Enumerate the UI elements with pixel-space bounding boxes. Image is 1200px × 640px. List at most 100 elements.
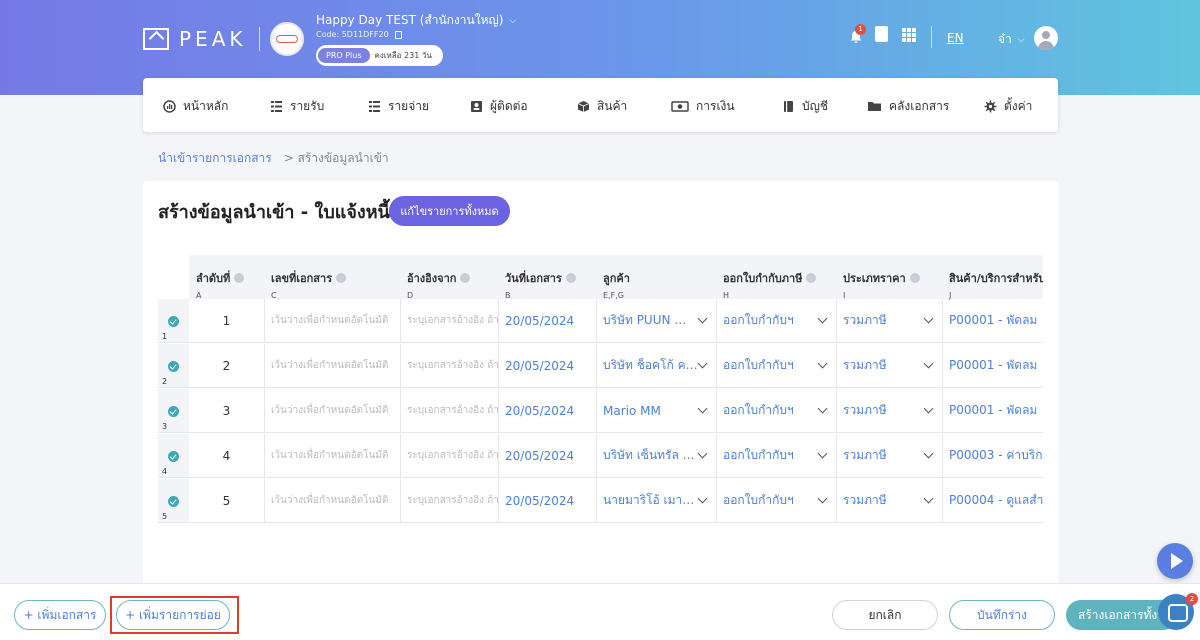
reference-input[interactable]: ระบุเอกสารอ้างอิง ถ้ามี bbox=[401, 344, 499, 388]
nav-label: การเงิน bbox=[696, 99, 735, 113]
chevron-down-icon: ⌵ bbox=[1017, 34, 1025, 45]
nav-label: บัญชี bbox=[802, 99, 828, 113]
peak-logo[interactable]: PEAK bbox=[143, 27, 260, 51]
chevron-down-icon bbox=[817, 358, 828, 369]
row-status: 4 bbox=[158, 434, 189, 478]
video-play-button[interactable] bbox=[1157, 543, 1193, 579]
column-label: ลำดับที่ bbox=[196, 272, 231, 285]
date-input[interactable]: 20/05/2024 bbox=[499, 389, 597, 433]
column-header-tax-invoice: ออกใบกำกับภาษี H bbox=[716, 255, 836, 300]
date-input[interactable]: 20/05/2024 bbox=[499, 299, 597, 343]
reference-input[interactable]: ระบุเอกสารอ้างอิง ถ้ามี bbox=[401, 479, 499, 523]
nav-item-accounting[interactable]: บัญชี bbox=[782, 97, 828, 116]
nav-item-contacts[interactable]: ผู้ติดต่อ bbox=[470, 97, 528, 116]
edit-all-button[interactable]: แก้ไขรายการทั้งหมด bbox=[389, 196, 510, 226]
doc-no-input[interactable]: เว้นว่างเพื่อกำหนดอัตโนมัติ bbox=[265, 434, 401, 478]
price-type-select[interactable]: รวมภาษี bbox=[837, 479, 943, 523]
folder-icon bbox=[867, 100, 882, 113]
save-draft-button[interactable]: บันทึกร่าง bbox=[949, 600, 1055, 630]
nav-label: หน้าหลัก bbox=[183, 99, 229, 113]
user-name: จ๋า bbox=[998, 32, 1012, 46]
nav-label: ผู้ติดต่อ bbox=[490, 99, 528, 113]
product-select[interactable]: P00001 - พัดลม bbox=[943, 389, 1043, 433]
nav-item-expense[interactable]: รายจ่าย bbox=[368, 97, 429, 116]
customer-select[interactable]: Mario MM bbox=[597, 389, 717, 433]
price-type-select[interactable]: รวมภาษี bbox=[837, 344, 943, 388]
seq-cell[interactable]: 3 bbox=[189, 389, 265, 433]
price-type-value: รวมภาษี bbox=[843, 358, 887, 372]
help-icon[interactable] bbox=[806, 273, 817, 283]
product-select[interactable]: P00003 - ค่าบริการ bbox=[943, 434, 1043, 478]
chevron-down-icon bbox=[697, 313, 708, 324]
reference-input[interactable]: ระบุเอกสารอ้างอิง ถ้ามี bbox=[401, 299, 499, 343]
book-icon bbox=[782, 100, 795, 113]
tax-invoice-select[interactable]: ออกใบกำกับฯ bbox=[717, 344, 837, 388]
nav-item-documents[interactable]: คลังเอกสาร bbox=[867, 97, 949, 116]
date-input[interactable]: 20/05/2024 bbox=[499, 344, 597, 388]
date-input[interactable]: 20/05/2024 bbox=[499, 434, 597, 478]
chevron-down-icon bbox=[923, 358, 934, 369]
tax-invoice-value: ออกใบกำกับฯ bbox=[723, 448, 794, 462]
price-type-select[interactable]: รวมภาษี bbox=[837, 389, 943, 433]
help-icon[interactable] bbox=[909, 273, 920, 283]
nav-item-dashboard[interactable]: หน้าหลัก bbox=[163, 97, 228, 116]
row-status: 2 bbox=[158, 344, 189, 388]
help-icon[interactable] bbox=[460, 273, 471, 283]
nav-label: ตั้งค่า bbox=[1004, 99, 1033, 113]
doc-no-input[interactable]: เว้นว่างเพื่อกำหนดอัตโนมัติ bbox=[265, 389, 401, 433]
column-header-date: วันที่เอกสาร B bbox=[498, 255, 596, 300]
copy-icon[interactable] bbox=[394, 30, 402, 39]
table-header: ลำดับที่ A เลขที่เอกสาร C อ้างอิงจาก D ว… bbox=[189, 255, 1043, 300]
language-switch[interactable]: EN bbox=[947, 31, 964, 45]
tax-invoice-select[interactable]: ออกใบกำกับฯ bbox=[717, 434, 837, 478]
breadcrumb-parent-link[interactable]: นำเข้ารายการเอกสาร bbox=[158, 149, 272, 168]
chat-icon[interactable]: 2 bbox=[1158, 593, 1198, 630]
doc-no-input[interactable]: เว้นว่างเพื่อกำหนดอัตโนมัติ bbox=[265, 344, 401, 388]
apps-grid-icon[interactable] bbox=[902, 28, 916, 42]
tax-invoice-select[interactable]: ออกใบกำกับฯ bbox=[717, 389, 837, 433]
check-circle-icon bbox=[168, 406, 179, 417]
price-type-select[interactable]: รวมภาษี bbox=[837, 299, 943, 343]
document-icon[interactable] bbox=[875, 26, 888, 42]
logo-divider bbox=[258, 27, 260, 51]
column-header-reference: อ้างอิงจาก D bbox=[400, 255, 498, 300]
user-avatar[interactable] bbox=[1034, 26, 1058, 50]
doc-no-input[interactable]: เว้นว่างเพื่อกำหนดอัตโนมัติ bbox=[265, 479, 401, 523]
help-icon[interactable] bbox=[336, 273, 347, 283]
help-icon[interactable] bbox=[234, 273, 245, 283]
company-avatar[interactable] bbox=[270, 22, 304, 56]
date-input[interactable]: 20/05/2024 bbox=[499, 479, 597, 523]
nav-label: คลังเอกสาร bbox=[889, 99, 950, 113]
reference-input[interactable]: ระบุเอกสารอ้างอิง ถ้ามี bbox=[401, 389, 499, 433]
nav-item-income[interactable]: รายรับ bbox=[270, 97, 324, 116]
gear-icon bbox=[984, 100, 997, 113]
tax-invoice-select[interactable]: ออกใบกำกับฯ bbox=[717, 299, 837, 343]
nav-item-finance[interactable]: การเงิน bbox=[671, 97, 735, 116]
nav-item-settings[interactable]: ตั้งค่า bbox=[984, 97, 1032, 116]
add-document-button[interactable]: + เพิ่มเอกสาร bbox=[14, 600, 106, 630]
seq-cell[interactable]: 2 bbox=[189, 344, 265, 388]
seq-cell[interactable]: 1 bbox=[189, 299, 265, 343]
product-select[interactable]: P00004 - ดูแลสำนัก bbox=[943, 479, 1043, 523]
help-icon[interactable] bbox=[565, 273, 576, 283]
customer-select[interactable]: บริษัท PUUN จำ... bbox=[597, 299, 717, 343]
seq-cell[interactable]: 4 bbox=[189, 434, 265, 478]
customer-select[interactable]: บริษัท ช็อคโก้ คา... bbox=[597, 344, 717, 388]
page-title: สร้างข้อมูลนำเข้า - ใบแจ้งหนี้ bbox=[158, 202, 390, 223]
product-select[interactable]: P00001 - พัดลม bbox=[943, 299, 1043, 343]
price-type-value: รวมภาษี bbox=[843, 403, 887, 417]
cancel-button[interactable]: ยกเลิก bbox=[832, 600, 938, 630]
customer-select[interactable]: บริษัท เซ็นทรัล ฟู้... bbox=[597, 434, 717, 478]
nav-item-products[interactable]: สินค้า bbox=[577, 97, 627, 116]
product-select[interactable]: P00001 - พัดลม bbox=[943, 344, 1043, 388]
customer-select[interactable]: นายมาริโอ้ เมาไม่ขับ bbox=[597, 479, 717, 523]
reference-input[interactable]: ระบุเอกสารอ้างอิง ถ้ามี bbox=[401, 434, 499, 478]
notification-bell-icon[interactable]: 1 bbox=[849, 24, 866, 43]
tax-invoice-select[interactable]: ออกใบกำกับฯ bbox=[717, 479, 837, 523]
price-type-select[interactable]: รวมภาษี bbox=[837, 434, 943, 478]
user-menu[interactable]: จ๋า ⌵ bbox=[998, 30, 1025, 49]
row-status: 3 bbox=[158, 389, 189, 433]
company-switcher[interactable]: Happy Day TEST (สำนักงานใหญ่) ⌵ bbox=[316, 11, 516, 30]
seq-cell[interactable]: 5 bbox=[189, 479, 265, 523]
doc-no-input[interactable]: เว้นว่างเพื่อกำหนดอัตโนมัติ bbox=[265, 299, 401, 343]
